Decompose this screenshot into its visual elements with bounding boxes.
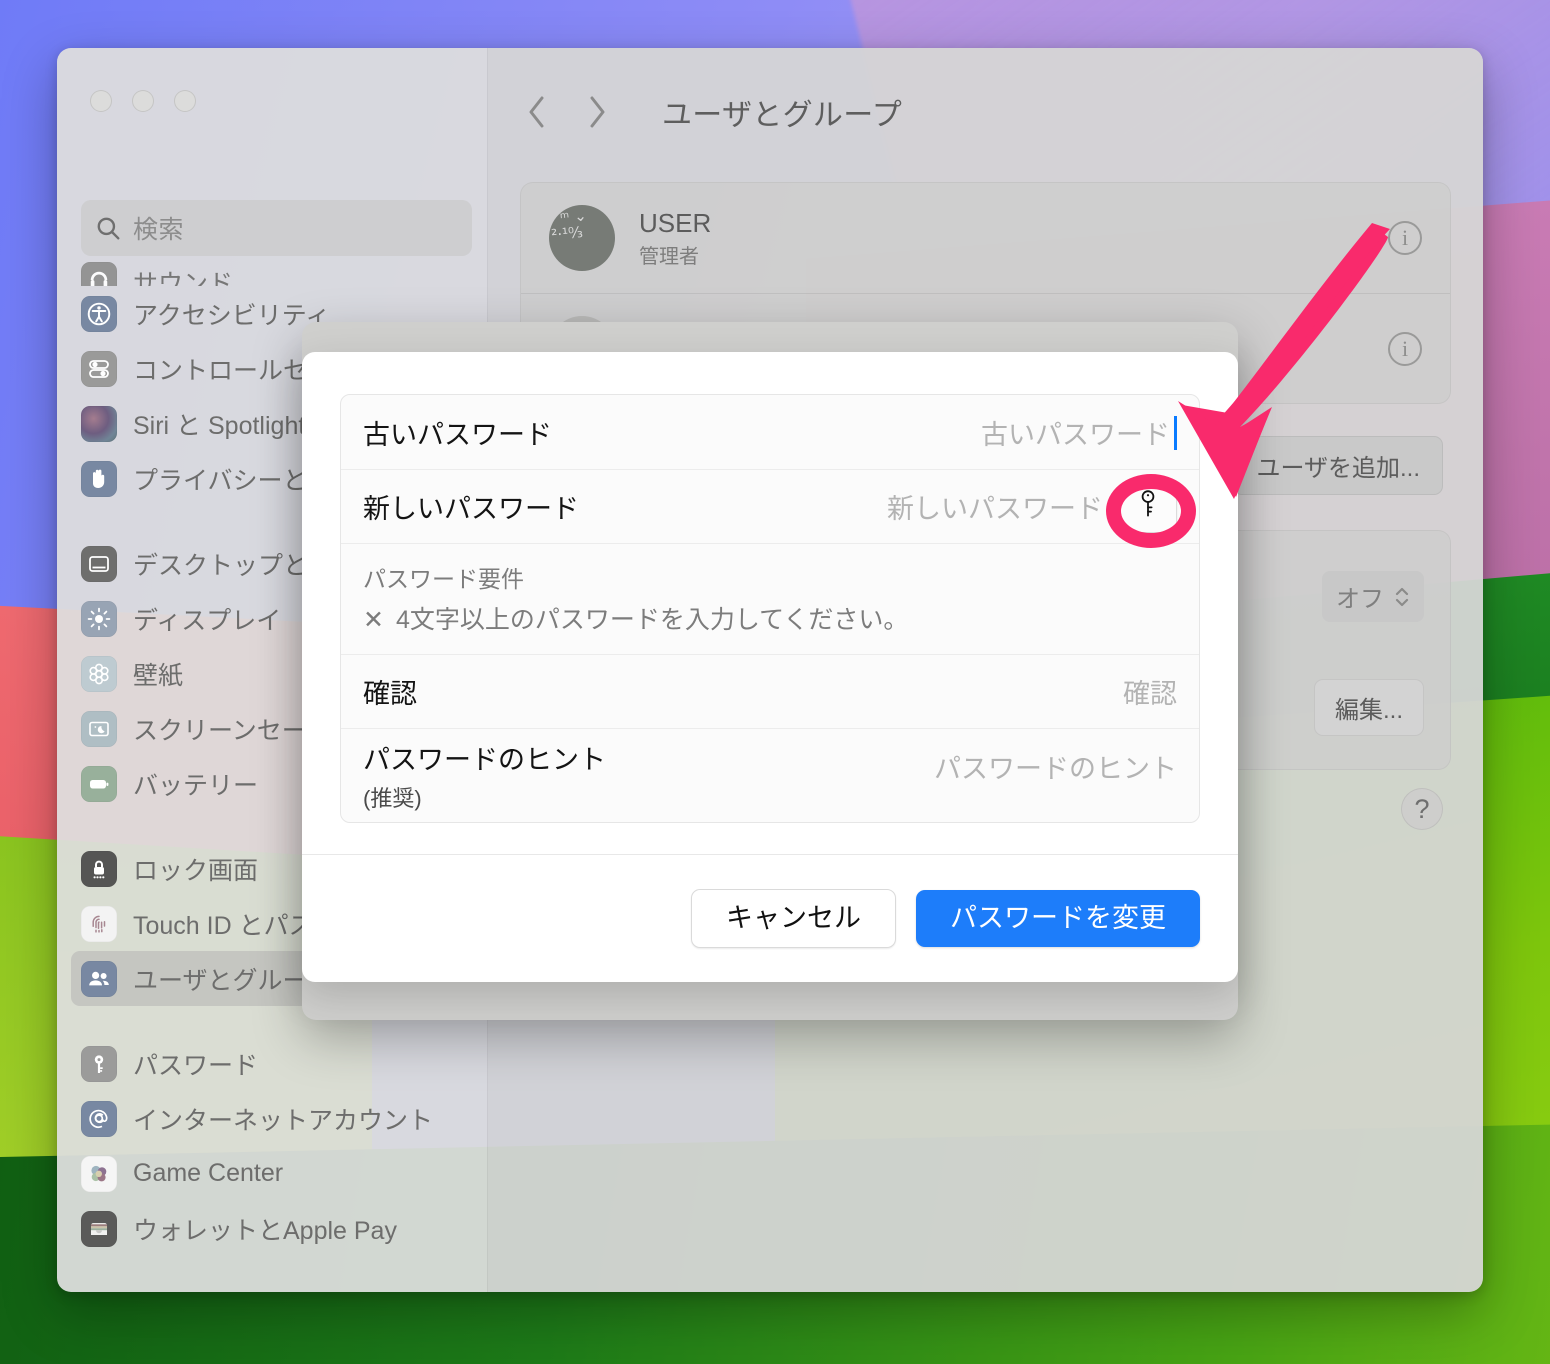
password-hint-label: パスワードのヒント [363, 745, 606, 775]
automatic-login-popup[interactable]: オフ [1322, 571, 1424, 622]
sidebar-item-label: Siri と Spotlight [133, 411, 306, 440]
accessibility-icon [81, 295, 117, 332]
control-center-icon [81, 350, 117, 387]
sidebar-item-game-center[interactable]: Game Center [71, 1146, 473, 1201]
sound-icon [81, 262, 117, 286]
window-traffic-lights[interactable] [90, 90, 196, 112]
password-key-icon [81, 1045, 117, 1082]
chevron-right-icon[interactable] [580, 91, 614, 133]
new-password-placeholder: 新しいパスワード [887, 494, 1103, 524]
sidebar-group-5: キーボード [71, 1286, 473, 1292]
password-hint-placeholder: パスワードのヒント [934, 754, 1177, 784]
password-hint-input[interactable]: パスワードのヒント [934, 747, 1177, 786]
users-groups-icon [81, 960, 117, 997]
sidebar-item-label: 壁紙 [133, 661, 184, 690]
sidebar-item-passwords[interactable]: パスワード [71, 1036, 473, 1091]
key-icon [1136, 488, 1160, 525]
key-button[interactable] [1119, 480, 1177, 533]
old-password-input[interactable]: 古いパスワード [981, 413, 1177, 452]
password-requirements-title: パスワード要件 [363, 566, 524, 592]
internet-accounts-icon [81, 1100, 117, 1137]
sidebar-item-label: アクセシビリティ [133, 301, 331, 330]
old-password-label: 古いパスワード [363, 419, 552, 450]
sheet-footer: キャンセル パスワードを変更 [302, 854, 1238, 982]
user-avatar-chalkboard[interactable]: ᶻ ᵐ ⌄ ²·¹⁰⁄₃ [549, 205, 615, 271]
confirm-password-label: 確認 [363, 679, 417, 709]
text-caret [1174, 415, 1177, 450]
sidebar-item-label: バッテリー [133, 771, 259, 800]
screensaver-icon [81, 710, 117, 747]
chevron-updown-icon [1394, 585, 1410, 609]
edit-button[interactable]: 編集... [1313, 679, 1424, 736]
new-password-row[interactable]: 新しいパスワード 新しいパスワード [341, 469, 1199, 543]
requirement-text: 4文字以上のパスワードを入力してください。 [395, 606, 909, 634]
user-name: USER [639, 208, 712, 239]
password-requirements-row: パスワード要件 ✕ 4文字以上のパスワードを入力してください。 [341, 543, 1199, 654]
password-hint-row[interactable]: パスワードのヒント (推奨) パスワードのヒント [341, 728, 1199, 822]
sidebar-divider [71, 1256, 473, 1286]
search-placeholder: 検索 [133, 216, 185, 244]
sidebar-item-internet-accounts[interactable]: インターネットアカウント [71, 1091, 473, 1146]
sidebar-item-label: パスワード [133, 1051, 259, 1080]
sidebar-item-label: インターネットアカウント [133, 1106, 434, 1135]
info-icon[interactable]: i [1388, 331, 1422, 366]
confirm-password-input[interactable]: 確認 [1123, 672, 1177, 711]
old-password-placeholder: 古いパスワード [981, 419, 1170, 450]
sidebar-group-4: パスワード インターネットアカウント Game Center ウォレットとApp… [71, 1036, 473, 1256]
sidebar-item-label: ディスプレイ [133, 606, 282, 635]
sidebar-item-keyboard[interactable]: キーボード [71, 1286, 473, 1292]
sidebar-item-label: ウォレットとApple Pay [133, 1216, 397, 1245]
password-hint-sublabel: (推奨) [363, 786, 422, 811]
close-window-button[interactable] [90, 90, 112, 112]
info-icon[interactable]: i [1388, 221, 1422, 255]
new-password-input[interactable]: 新しいパスワード [887, 487, 1103, 526]
wallet-icon [81, 1210, 117, 1247]
privacy-icon [81, 460, 117, 497]
new-password-label: 新しいパスワード [363, 494, 579, 524]
game-center-icon [81, 1155, 117, 1192]
minimize-window-button[interactable] [132, 90, 154, 112]
requirement-fail-icon: ✕ [363, 606, 384, 634]
password-form-card: 古いパスワード 古いパスワード 新しいパスワード 新しいパスワード パスワード要… [340, 394, 1200, 823]
change-password-button[interactable]: パスワードを変更 [916, 890, 1200, 947]
chevron-left-icon[interactable] [520, 91, 554, 133]
sidebar-item-label: サウンド [133, 270, 234, 286]
siri-icon [81, 405, 117, 442]
touch-id-icon [81, 905, 117, 942]
zoom-window-button[interactable] [174, 90, 196, 112]
lock-screen-icon [81, 850, 117, 887]
sidebar-item-label: Game Center [133, 1159, 284, 1187]
password-requirement-item: ✕ 4文字以上のパスワードを入力してください。 [363, 600, 1177, 636]
change-password-sheet: 古いパスワード 古いパスワード 新しいパスワード 新しいパスワード パスワード要… [302, 352, 1238, 982]
confirm-password-placeholder: 確認 [1123, 679, 1177, 709]
cancel-button[interactable]: キャンセル [691, 889, 896, 948]
wallpaper-icon [81, 655, 117, 692]
old-password-row[interactable]: 古いパスワード 古いパスワード [341, 395, 1199, 469]
confirm-password-row[interactable]: 確認 確認 [341, 654, 1199, 728]
user-row[interactable]: ᶻ ᵐ ⌄ ²·¹⁰⁄₃ USER 管理者 i [521, 183, 1450, 293]
search-input[interactable]: 検索 [81, 200, 472, 256]
add-user-button[interactable]: ユーザを追加... [1233, 436, 1443, 495]
sidebar-item-wallet-apple-pay[interactable]: ウォレットとApple Pay [71, 1201, 473, 1256]
help-button[interactable]: ? [1401, 788, 1443, 830]
automatic-login-value: オフ [1336, 586, 1384, 613]
desktop-dock-icon [81, 545, 117, 582]
sidebar-item-label: ロック画面 [133, 856, 259, 885]
user-role: 管理者 [639, 245, 699, 268]
search-icon [95, 215, 121, 241]
battery-icon [81, 765, 117, 802]
sidebar-item-sound[interactable]: サウンド [71, 258, 473, 286]
display-icon [81, 600, 117, 637]
main-toolbar: ユーザとグループ [488, 48, 1483, 176]
page-title: ユーザとグループ [662, 99, 902, 132]
